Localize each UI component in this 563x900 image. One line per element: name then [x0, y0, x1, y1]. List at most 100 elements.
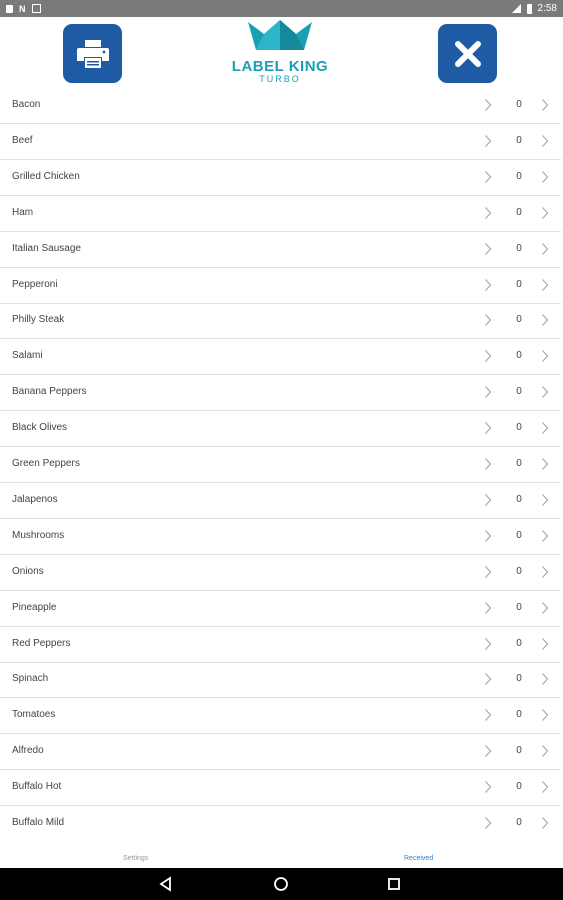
chevron-right-icon[interactable]	[541, 313, 549, 327]
label-king-logo: LABEL KING TURBO	[225, 20, 335, 86]
item-label: Spinach	[12, 673, 49, 685]
item-label: Jalapenos	[12, 493, 58, 505]
chevron-right-icon[interactable]	[541, 421, 549, 435]
list-item[interactable]: Black Olives 0	[0, 411, 561, 448]
list-item[interactable]: Jalapenos 0	[0, 483, 561, 519]
chevron-right-icon[interactable]	[484, 278, 492, 292]
chevron-right-icon[interactable]	[541, 493, 549, 507]
item-count: 0	[516, 134, 522, 146]
list-item[interactable]: Beef 0	[0, 124, 561, 160]
item-label: Salami	[12, 350, 43, 362]
item-label: Onions	[12, 565, 44, 577]
item-label: Grilled Chicken	[12, 170, 80, 182]
chevron-right-icon[interactable]	[484, 780, 492, 794]
chevron-right-icon[interactable]	[541, 529, 549, 543]
lock-icon	[6, 4, 13, 13]
list-item[interactable]: Spinach 0	[0, 662, 561, 699]
chevron-right-icon[interactable]	[541, 278, 549, 292]
chevron-right-icon[interactable]	[484, 744, 492, 758]
item-label: Green Peppers	[12, 458, 80, 469]
item-count: 0	[516, 278, 522, 290]
home-icon[interactable]	[273, 876, 289, 892]
status-left: N	[6, 4, 41, 14]
list-item[interactable]: Green Peppers 0	[0, 447, 561, 483]
chevron-right-icon[interactable]	[541, 385, 549, 399]
back-icon[interactable]	[158, 876, 174, 892]
chevron-right-icon[interactable]	[484, 242, 492, 256]
list-item[interactable]: Red Peppers 0	[0, 627, 561, 663]
list-item[interactable]: Philly Steak 0	[0, 303, 561, 340]
list-item[interactable]: Italian Sausage 0	[0, 232, 561, 268]
chevron-right-icon[interactable]	[484, 457, 492, 471]
chevron-right-icon[interactable]	[541, 565, 549, 579]
close-button[interactable]	[438, 24, 497, 83]
item-count: 0	[516, 817, 522, 828]
list-item[interactable]: Banana Peppers 0	[0, 375, 561, 412]
list-item[interactable]: Pineapple 0	[0, 591, 561, 627]
item-count: 0	[516, 781, 522, 793]
item-count: 0	[516, 529, 522, 541]
chevron-right-icon[interactable]	[541, 134, 549, 148]
chevron-right-icon[interactable]	[541, 780, 549, 794]
chevron-right-icon[interactable]	[484, 816, 492, 830]
logo-title: LABEL KING	[231, 58, 329, 75]
recent-apps-icon[interactable]	[386, 876, 402, 892]
chevron-right-icon[interactable]	[484, 672, 492, 686]
print-button[interactable]	[63, 24, 122, 83]
chevron-right-icon[interactable]	[541, 349, 549, 363]
chevron-right-icon[interactable]	[541, 637, 549, 651]
list-item[interactable]: Bacon 0	[0, 88, 561, 124]
chevron-right-icon[interactable]	[484, 601, 492, 615]
chevron-right-icon[interactable]	[541, 672, 549, 686]
chevron-right-icon[interactable]	[484, 170, 492, 184]
chevron-right-icon[interactable]	[484, 565, 492, 579]
chevron-right-icon[interactable]	[484, 708, 492, 722]
item-count: 0	[516, 565, 522, 577]
list-item[interactable]: Onions 0	[0, 555, 561, 591]
chevron-right-icon[interactable]	[484, 313, 492, 327]
list-item[interactable]: Pepperoni 0	[0, 268, 561, 304]
list-item[interactable]: Mushrooms 0	[0, 519, 561, 555]
chevron-right-icon[interactable]	[484, 421, 492, 435]
item-label: Philly Steak	[12, 314, 65, 326]
item-label: Bacon	[12, 99, 41, 110]
chevron-right-icon[interactable]	[484, 134, 492, 148]
list-item[interactable]: Ham 0	[0, 196, 561, 232]
chevron-right-icon[interactable]	[541, 601, 549, 615]
tab-received[interactable]: Received	[404, 855, 433, 862]
item-label: Alfredo	[12, 745, 44, 757]
tab-settings[interactable]: Settings	[123, 855, 148, 862]
item-label: Pepperoni	[12, 278, 58, 290]
item-count: 0	[516, 170, 522, 182]
item-count: 0	[516, 637, 522, 649]
chevron-right-icon[interactable]	[484, 529, 492, 543]
item-count: 0	[516, 422, 522, 434]
list-item[interactable]: Alfredo 0	[0, 734, 561, 771]
item-label: Italian Sausage	[12, 242, 81, 254]
chevron-right-icon[interactable]	[541, 816, 549, 830]
chevron-right-icon[interactable]	[541, 708, 549, 722]
chevron-right-icon[interactable]	[484, 385, 492, 399]
chevron-right-icon[interactable]	[484, 493, 492, 507]
list-item[interactable]: Buffalo Hot 0	[0, 770, 561, 807]
item-count: 0	[516, 350, 522, 362]
chevron-right-icon[interactable]	[484, 98, 492, 112]
chevron-right-icon[interactable]	[541, 457, 549, 471]
chevron-right-icon[interactable]	[541, 206, 549, 220]
list-item[interactable]: Salami 0	[0, 339, 561, 376]
item-label: Buffalo Mild	[12, 817, 65, 828]
chevron-right-icon[interactable]	[541, 242, 549, 256]
chevron-right-icon[interactable]	[484, 206, 492, 220]
item-label: Buffalo Hot	[12, 781, 62, 793]
chevron-right-icon[interactable]	[484, 349, 492, 363]
chevron-right-icon[interactable]	[484, 637, 492, 651]
list-item[interactable]: Buffalo Mild 0	[0, 806, 561, 840]
status-time: 2:58	[537, 3, 557, 14]
chevron-right-icon[interactable]	[541, 98, 549, 112]
list-item[interactable]: Tomatoes 0	[0, 698, 561, 735]
chevron-right-icon[interactable]	[541, 170, 549, 184]
list-item[interactable]: Grilled Chicken 0	[0, 160, 561, 196]
battery-icon	[526, 3, 532, 14]
chevron-right-icon[interactable]	[541, 744, 549, 758]
item-label: Ham	[12, 206, 34, 218]
